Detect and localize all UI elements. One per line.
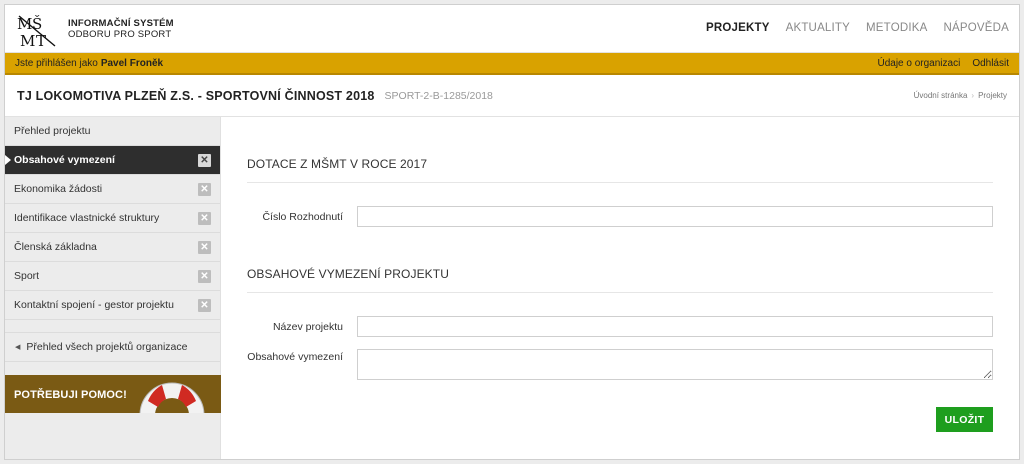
project-name-label: Název projektu: [272, 320, 343, 333]
sidebar-item-label: Sport: [14, 270, 40, 282]
nav-metodika[interactable]: METODIKA: [866, 22, 927, 34]
nav-projekty[interactable]: PROJEKTY: [706, 22, 770, 34]
sidebar-item-label: Ekonomika žádosti: [14, 183, 103, 195]
top-navigation: PROJEKTY AKTUALITY METODIKA NÁPOVĚDA: [706, 22, 1009, 34]
close-icon[interactable]: ✕: [198, 211, 211, 225]
close-icon[interactable]: ✕: [198, 153, 211, 167]
arrow-left-icon: ◀: [15, 344, 21, 351]
nav-napoveda[interactable]: NÁPOVĚDA: [943, 22, 1009, 34]
project-code: SPORT-2-B-1285/2018: [384, 89, 493, 102]
close-icon[interactable]: ✕: [198, 240, 211, 254]
sidebar: Přehled projektu Obsahové vymezení ✕ Eko…: [5, 117, 221, 459]
section-title-obsahove-vymezeni: OBSAHOVÉ VYMEZENÍ PROJEKTU: [247, 267, 993, 293]
msmt-logo[interactable]: M Š M T: [15, 14, 61, 48]
logged-in-label: Jste přihlášen jako: [15, 57, 98, 69]
breadcrumb-home[interactable]: Úvodní stránka: [914, 91, 968, 100]
help-banner[interactable]: POTŘEBUJI POMOC!: [5, 375, 221, 413]
content-definition-textarea[interactable]: [357, 349, 993, 380]
sidebar-item-sport[interactable]: Sport ✕: [5, 262, 220, 291]
sidebar-item-label: Identifikace vlastnické struktury: [14, 212, 160, 224]
project-name-input[interactable]: [357, 316, 993, 337]
close-icon[interactable]: ✕: [198, 298, 211, 312]
logout-link[interactable]: Odhlásit: [972, 58, 1009, 69]
lifebuoy-icon: [139, 382, 205, 413]
decision-number-label: Číslo Rozhodnutí: [262, 210, 343, 223]
project-title-bar: TJ LOKOMOTIVA PLZEŇ Z.S. - SPORTOVNÍ ČIN…: [5, 75, 1019, 117]
page-title: TJ LOKOMOTIVA PLZEŇ Z.S. - SPORTOVNÍ ČIN…: [17, 88, 375, 103]
logo-text: INFORMAČNÍ SYSTÉM ODBORU PRO SPORT: [68, 18, 174, 40]
close-icon[interactable]: ✕: [198, 182, 211, 196]
section-title-dotace: DOTACE Z MŠMT V ROCE 2017: [247, 157, 993, 183]
logo-title: INFORMAČNÍ SYSTÉM: [68, 18, 174, 29]
sidebar-item-label: Obsahové vymezení: [14, 154, 115, 166]
project-name-row: Název projektu: [247, 316, 993, 337]
sidebar-item-identifikace[interactable]: Identifikace vlastnické struktury ✕: [5, 204, 220, 233]
sidebar-item-obsahove-vymezeni[interactable]: Obsahové vymezení ✕: [5, 146, 220, 175]
svg-text:M: M: [20, 32, 35, 48]
content-definition-label: Obsahové vymezení: [247, 351, 343, 363]
sidebar-item-ekonomika-zadosti[interactable]: Ekonomika žádosti ✕: [5, 175, 220, 204]
close-icon[interactable]: ✕: [198, 269, 211, 283]
all-projects-label: Přehled všech projektů organizace: [26, 341, 188, 353]
sidebar-item-clenska-zakladna[interactable]: Členská základna ✕: [5, 233, 220, 262]
user-name: Pavel Froněk: [100, 57, 164, 69]
logo-subtitle: ODBORU PRO SPORT: [68, 29, 172, 40]
app-window: M Š M T INFORMAČNÍ SYSTÉM ODBORU PRO SPO…: [4, 4, 1020, 460]
breadcrumb-separator: ›: [971, 91, 975, 100]
content-definition-row: Obsahové vymezení: [247, 349, 993, 380]
sidebar-item-kontaktni-spojeni[interactable]: Kontaktní spojení - gestor projektu ✕: [5, 291, 220, 320]
save-button[interactable]: ULOŽIT: [936, 407, 993, 432]
nav-aktuality[interactable]: AKTUALITY: [786, 22, 850, 34]
site-header: M Š M T INFORMAČNÍ SYSTÉM ODBORU PRO SPO…: [5, 5, 1019, 53]
content-area: Přehled projektu Obsahové vymezení ✕ Eko…: [5, 117, 1019, 459]
organization-link[interactable]: Údaje o organizaci: [877, 58, 960, 69]
sidebar-item-label: Kontaktní spojení - gestor projektu: [14, 299, 174, 311]
user-links: Údaje o organizaci Odhlásit: [877, 58, 1009, 69]
sidebar-menu: Přehled projektu Obsahové vymezení ✕ Eko…: [5, 117, 220, 320]
sidebar-item-label: Členská základna: [14, 241, 97, 253]
breadcrumb-projects[interactable]: Projekty: [978, 91, 1007, 100]
user-bar: Jste přihlášen jako Pavel Froněk Údaje o…: [5, 53, 1019, 75]
decision-number-input[interactable]: [357, 206, 993, 227]
decision-number-row: Číslo Rozhodnutí: [247, 206, 993, 227]
sidebar-item-label: Přehled projektu: [14, 125, 91, 137]
help-label: POTŘEBUJI POMOC!: [14, 389, 127, 401]
breadcrumb: Úvodní stránka › Projekty: [914, 91, 1007, 100]
svg-text:M: M: [17, 15, 32, 33]
main-form: DOTACE Z MŠMT V ROCE 2017 Číslo Rozhodnu…: [221, 117, 1019, 459]
all-projects-link[interactable]: ◀ Přehled všech projektů organizace: [5, 332, 220, 362]
sidebar-item-prehled-projektu[interactable]: Přehled projektu: [5, 117, 220, 146]
